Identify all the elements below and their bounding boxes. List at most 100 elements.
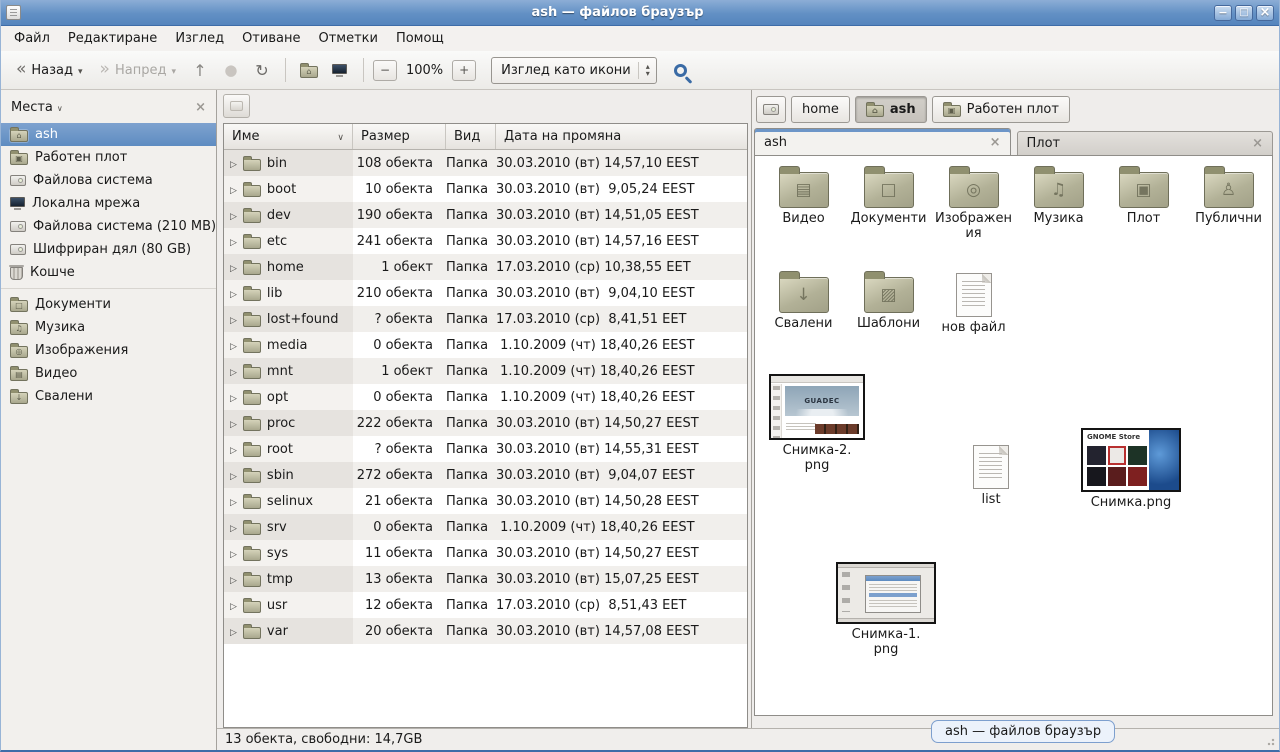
- search-icon[interactable]: [674, 64, 687, 77]
- expander-icon[interactable]: [230, 234, 237, 249]
- expander-icon[interactable]: [230, 312, 237, 327]
- table-row[interactable]: lib210 обектаПапка30.03.2010 (вт) 9,04,1…: [224, 280, 747, 306]
- expander-icon[interactable]: [230, 572, 237, 587]
- table-row[interactable]: opt0 обектаПапка 1.10.2009 (чт) 18,40,26…: [224, 384, 747, 410]
- name-cell[interactable]: mnt: [224, 358, 353, 384]
- forward-button[interactable]: Напред: [93, 58, 183, 82]
- maximize-icon[interactable]: [1235, 5, 1253, 21]
- forward-dropdown-icon[interactable]: [171, 63, 176, 78]
- table-row[interactable]: etc241 обектаПапка30.03.2010 (вт) 14,57,…: [224, 228, 747, 254]
- side-pane-toggle-button[interactable]: [223, 94, 250, 118]
- name-cell[interactable]: media: [224, 332, 353, 358]
- expander-icon[interactable]: [230, 286, 237, 301]
- downloads-folder-icon[interactable]: ↓Свалени: [761, 269, 846, 335]
- name-cell[interactable]: lib: [224, 280, 353, 306]
- file-item-Снимка-2.png[interactable]: GUADEC Снимка-2.png: [765, 374, 869, 473]
- expander-icon[interactable]: [230, 624, 237, 639]
- expander-icon[interactable]: [230, 338, 237, 353]
- back-dropdown-icon[interactable]: [78, 63, 83, 78]
- sidebar-item[interactable]: ▣Работен плот: [1, 146, 216, 169]
- tab-ash[interactable]: ash: [754, 128, 1011, 155]
- expander-icon[interactable]: [230, 416, 237, 431]
- menu-item-Редактиране[interactable]: Редактиране: [59, 28, 166, 49]
- name-cell[interactable]: lost+found: [224, 306, 353, 332]
- table-row[interactable]: var20 обектаПапка30.03.2010 (вт) 14,57,0…: [224, 618, 747, 644]
- templates-folder-icon[interactable]: ▨Шаблони: [846, 269, 931, 335]
- name-cell[interactable]: sys: [224, 540, 353, 566]
- path-button-home[interactable]: home: [791, 96, 850, 123]
- table-row[interactable]: root? обектаПапка30.03.2010 (вт) 14,55,3…: [224, 436, 747, 462]
- zoom-out-button[interactable]: [373, 60, 397, 81]
- expander-icon[interactable]: [230, 520, 237, 535]
- sidebar-item[interactable]: Кошче: [1, 261, 216, 284]
- tab-Плот[interactable]: Плот: [1017, 131, 1274, 155]
- table-row[interactable]: mnt1 обектПапка 1.10.2009 (чт) 18,40,26 …: [224, 358, 747, 384]
- menu-item-Отметки[interactable]: Отметки: [309, 28, 386, 49]
- expander-icon[interactable]: [230, 364, 237, 379]
- expander-icon[interactable]: [230, 442, 237, 457]
- sidebar-item[interactable]: Шифриран дял (80 GB): [1, 238, 216, 261]
- name-cell[interactable]: tmp: [224, 566, 353, 592]
- zoom-in-button[interactable]: [452, 60, 476, 81]
- back-button[interactable]: Назад: [9, 58, 90, 82]
- expander-icon[interactable]: [230, 598, 237, 613]
- table-row[interactable]: srv0 обектаПапка 1.10.2009 (чт) 18,40,26…: [224, 514, 747, 540]
- table-row[interactable]: media0 обектаПапка 1.10.2009 (чт) 18,40,…: [224, 332, 747, 358]
- name-cell[interactable]: boot: [224, 176, 353, 202]
- combo-spinner-icon[interactable]: [646, 63, 650, 77]
- file-item-Снимка-1.png[interactable]: Снимка-1.png: [834, 562, 938, 657]
- reload-button[interactable]: [248, 57, 276, 83]
- name-cell[interactable]: opt: [224, 384, 353, 410]
- computer-button[interactable]: [326, 57, 354, 83]
- tab-close-icon[interactable]: [1252, 136, 1263, 151]
- table-row[interactable]: home1 обектПапка17.03.2010 (ср) 10,38,55…: [224, 254, 747, 280]
- video-folder-icon[interactable]: ▤Видео: [761, 164, 846, 241]
- name-cell[interactable]: selinux: [224, 488, 353, 514]
- name-cell[interactable]: bin: [224, 150, 353, 176]
- table-row[interactable]: lost+found? обектаПапка17.03.2010 (ср) 8…: [224, 306, 747, 332]
- table-row[interactable]: sys11 обектаПапка30.03.2010 (вт) 14,50,2…: [224, 540, 747, 566]
- sidebar-item[interactable]: ♫Музика: [1, 316, 216, 339]
- home-button[interactable]: ⌂: [295, 57, 323, 83]
- name-cell[interactable]: root: [224, 436, 353, 462]
- name-cell[interactable]: proc: [224, 410, 353, 436]
- file-item-list[interactable]: list: [956, 441, 1026, 507]
- table-row[interactable]: boot10 обектаПапка30.03.2010 (вт) 9,05,2…: [224, 176, 747, 202]
- name-cell[interactable]: etc: [224, 228, 353, 254]
- menu-item-Изглед[interactable]: Изглед: [166, 28, 233, 49]
- path-button-ash[interactable]: ⌂ash: [855, 96, 927, 123]
- expander-icon[interactable]: [230, 546, 237, 561]
- table-row[interactable]: selinux21 обектаПапка30.03.2010 (вт) 14,…: [224, 488, 747, 514]
- expander-icon[interactable]: [230, 156, 237, 171]
- name-cell[interactable]: srv: [224, 514, 353, 540]
- documents-folder-icon[interactable]: □Документи: [846, 164, 931, 241]
- expander-icon[interactable]: [230, 208, 237, 223]
- close-icon[interactable]: [1256, 5, 1274, 21]
- name-cell[interactable]: usr: [224, 592, 353, 618]
- titlebar[interactable]: ash — файлов браузър: [1, 0, 1279, 26]
- stop-button[interactable]: [217, 57, 245, 83]
- path-button-Работен плот[interactable]: ▣Работен плот: [932, 96, 1070, 123]
- public-folder-icon[interactable]: ♙Публични: [1186, 164, 1271, 241]
- desktop-folder-icon[interactable]: ▣Плот: [1101, 164, 1186, 241]
- places-dropdown-icon[interactable]: [53, 100, 63, 115]
- resize-grip[interactable]: [1267, 736, 1277, 746]
- name-cell[interactable]: sbin: [224, 462, 353, 488]
- column-header-type[interactable]: Вид: [446, 124, 496, 149]
- column-header-size[interactable]: Размер: [353, 124, 446, 149]
- pictures-folder-icon[interactable]: ◎Изображения: [931, 164, 1016, 241]
- path-button[interactable]: [756, 96, 786, 123]
- places-close-icon[interactable]: [195, 100, 206, 115]
- name-cell[interactable]: dev: [224, 202, 353, 228]
- expander-icon[interactable]: [230, 182, 237, 197]
- icon-view[interactable]: ▤Видео□Документи◎Изображения♫Музика▣Плот…: [754, 156, 1273, 716]
- sidebar-item[interactable]: □Документи: [1, 293, 216, 316]
- sidebar-item[interactable]: Файлова система: [1, 169, 216, 192]
- sidebar-item[interactable]: Локална мрежа: [1, 192, 216, 215]
- minimize-icon[interactable]: [1214, 5, 1232, 21]
- column-header-date[interactable]: Дата на промяна: [496, 124, 747, 149]
- table-row[interactable]: dev190 обектаПапка30.03.2010 (вт) 14,51,…: [224, 202, 747, 228]
- sidebar-item[interactable]: ⌂ash: [1, 123, 216, 146]
- table-row[interactable]: bin108 обектаПапка30.03.2010 (вт) 14,57,…: [224, 150, 747, 176]
- table-row[interactable]: sbin272 обектаПапка30.03.2010 (вт) 9,04,…: [224, 462, 747, 488]
